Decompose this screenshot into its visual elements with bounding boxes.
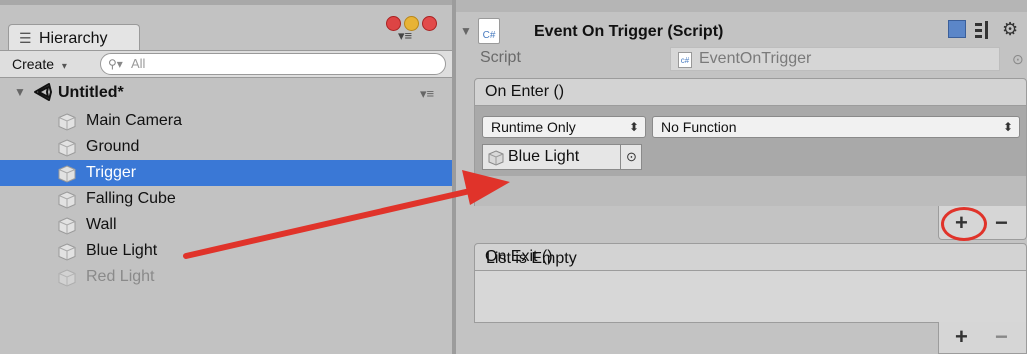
create-dropdown-button[interactable]: Create ▾ xyxy=(6,53,90,75)
scene-menu-icon[interactable]: ▾≡ xyxy=(420,86,434,102)
dropdown-caret-icon: ⬍ xyxy=(1002,120,1013,134)
hierarchy-tab[interactable]: ☰ Hierarchy xyxy=(8,24,140,50)
cube-icon xyxy=(58,243,76,261)
component-title: Event On Trigger (Script) xyxy=(534,23,724,40)
hierarchy-item-label: Trigger xyxy=(86,164,137,181)
cube-icon xyxy=(58,165,76,183)
cube-icon xyxy=(58,269,76,287)
on-exit-add-remove-bar xyxy=(938,322,1027,354)
hierarchy-item[interactable]: Falling Cube xyxy=(0,186,452,212)
hierarchy-item[interactable]: Trigger xyxy=(0,160,452,186)
create-dropdown-icon: ▾ xyxy=(61,61,67,72)
create-label: Create xyxy=(12,56,55,72)
object-field-separator xyxy=(620,145,621,169)
list-empty-text: List is Empty xyxy=(486,250,577,267)
runtime-dropdown[interactable]: Runtime Only ⬍ xyxy=(482,116,646,138)
hierarchy-item-label: Blue Light xyxy=(86,242,158,259)
runtime-value: Runtime Only xyxy=(491,119,576,135)
on-enter-list-footer xyxy=(475,176,1026,206)
cube-icon xyxy=(58,191,76,209)
on-enter-header: On Enter () xyxy=(474,78,1027,106)
search-icon[interactable]: ⚲▾ xyxy=(108,55,130,73)
hierarchy-item-label: Red Light xyxy=(86,268,155,285)
script-value: EventOnTrigger xyxy=(699,50,812,67)
remove-listener-button[interactable]: − xyxy=(995,211,1008,235)
search-placeholder: All xyxy=(131,56,146,71)
hierarchy-tab-label: Hierarchy xyxy=(39,30,108,47)
gear-icon[interactable]: ⚙ xyxy=(1002,18,1024,40)
hierarchy-search-input[interactable]: All xyxy=(100,53,446,75)
on-exit-list xyxy=(474,271,1027,323)
script-field: EventOnTrigger xyxy=(670,47,1000,71)
hierarchy-menu-icon: ☰ xyxy=(19,30,32,46)
script-icon: C# xyxy=(478,18,500,44)
help-icon[interactable] xyxy=(948,20,966,38)
hierarchy-item-label: Wall xyxy=(86,216,117,233)
object-target-icon[interactable]: ⊙ xyxy=(626,147,637,167)
hierarchy-item-label: Falling Cube xyxy=(86,190,176,207)
hierarchy-item[interactable]: Main Camera xyxy=(0,108,452,134)
hierarchy-top-edge xyxy=(0,0,452,5)
hierarchy-item[interactable]: Ground xyxy=(0,134,452,160)
function-dropdown[interactable]: No Function ⬍ xyxy=(652,116,1020,138)
remove-exit-listener-button[interactable]: − xyxy=(995,325,1008,349)
annotation-circle xyxy=(941,207,987,241)
unity-logo-icon xyxy=(34,83,52,101)
cube-icon xyxy=(58,113,76,131)
on-enter-title: On Enter () xyxy=(485,83,565,100)
panel-menu-icon[interactable]: ▾≡ xyxy=(398,28,440,44)
cube-icon xyxy=(488,150,504,166)
hierarchy-item-label: Main Camera xyxy=(86,112,183,129)
hierarchy-item[interactable]: Blue Light xyxy=(0,238,452,264)
scene-foldout-icon[interactable]: ▼ xyxy=(14,85,26,99)
dropdown-caret-icon: ⬍ xyxy=(628,120,639,134)
add-exit-listener-button[interactable]: + xyxy=(955,325,968,349)
cube-icon xyxy=(58,217,76,235)
script-target-icon[interactable]: ⊙ xyxy=(1012,49,1024,69)
script-label: Script xyxy=(480,49,521,66)
hierarchy-item-label: Ground xyxy=(86,138,140,155)
function-value: No Function xyxy=(661,119,737,135)
object-value: Blue Light xyxy=(508,148,580,165)
preset-icon[interactable] xyxy=(974,20,992,40)
script-field-icon: c# xyxy=(678,52,692,68)
hierarchy-item[interactable]: Red Light xyxy=(0,264,452,290)
component-foldout-icon[interactable]: ▼ xyxy=(460,24,472,38)
cube-icon xyxy=(58,139,76,157)
inspector-top-edge xyxy=(456,0,1027,12)
scene-name: Untitled* xyxy=(58,84,124,101)
hierarchy-item[interactable]: Wall xyxy=(0,212,452,238)
